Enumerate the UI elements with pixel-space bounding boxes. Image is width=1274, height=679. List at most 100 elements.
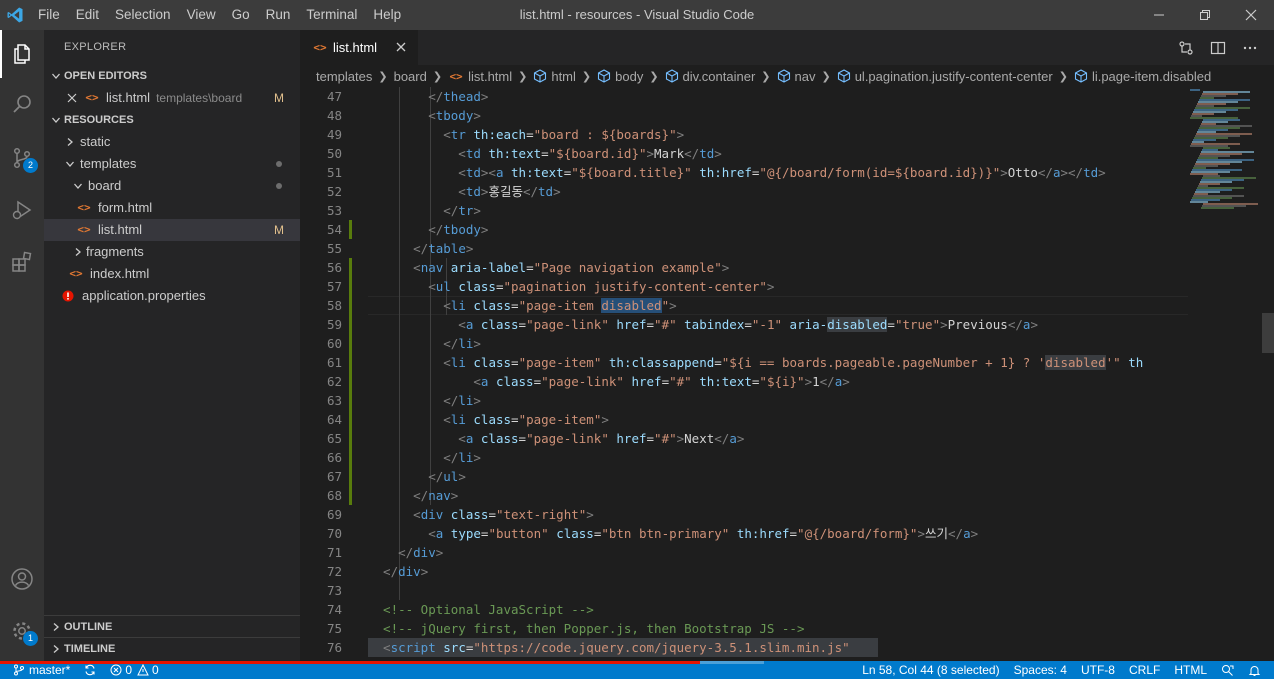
source-control-activity[interactable]: 2 [0,134,44,182]
code-line[interactable]: <a class="page-link" href="#">Next</a> [368,429,744,448]
breadcrumb-templates[interactable]: templates [316,69,372,84]
html-file-icon: <> [449,69,463,83]
breadcrumb-html[interactable]: html [551,69,576,84]
explorer-activity[interactable] [0,30,44,78]
tree-file-index-html[interactable]: <> index.html [44,263,300,285]
menu-file[interactable]: File [30,0,68,30]
code-line[interactable]: </table> [368,239,473,258]
code-line[interactable]: <tr th:each="board : ${boards}"> [368,125,684,144]
code-token: < [368,165,466,180]
code-line[interactable]: <nav aria-label="Page navigation example… [368,258,729,277]
code-token: li [458,336,474,351]
close-window-button[interactable] [1228,0,1274,30]
breadcrumb-board[interactable]: board [394,69,427,84]
restore-icon [1200,10,1210,20]
problems-status[interactable]: 0 0 [103,661,165,679]
code-line[interactable]: </tbody> [368,220,488,239]
menu-go[interactable]: Go [224,0,258,30]
tree-file-form-html[interactable]: <> form.html [44,197,300,219]
breadcrumb-ul-pagination[interactable]: ul.pagination.justify-content-center [855,69,1053,84]
code-line[interactable]: <!-- jQuery first, then Popper.js, then … [368,619,804,638]
code-line[interactable]: </div> [368,562,428,581]
account-icon [11,568,33,590]
search-activity[interactable] [0,80,44,128]
code-line[interactable]: </thead> [368,87,488,106]
cursor-position[interactable]: Ln 58, Col 44 (8 selected) [855,661,1006,679]
code-line[interactable]: </li> [368,334,481,353]
open-changes-button[interactable] [1170,30,1202,65]
git-modified-marker [349,334,352,353]
tree-folder-templates[interactable]: templates [44,153,300,175]
menu-view[interactable]: View [179,0,224,30]
manage-activity[interactable]: 1 [0,607,44,655]
chevron-right-icon: ❯ [821,70,831,83]
breadcrumb-list-html[interactable]: list.html [468,69,512,84]
activity-bar: 2 1 [0,30,44,661]
minimap[interactable] [1188,87,1262,661]
outline-section[interactable]: OUTLINE [44,615,300,637]
indentation-status[interactable]: Spaces: 4 [1007,661,1074,679]
tab-close-button[interactable] [394,40,408,54]
code-line[interactable]: <td><a th:text="${board.title}" th:href=… [368,163,1105,182]
split-editor-button[interactable] [1202,30,1234,65]
code-line[interactable]: <li class="page-item disabled"> [368,296,677,315]
resources-header[interactable]: RESOURCES [44,109,300,131]
code-line[interactable]: <ul class="pagination justify-content-ce… [368,277,774,296]
code-line[interactable]: </ul> [368,467,466,486]
minimize-button[interactable] [1136,0,1182,30]
run-debug-activity[interactable] [0,186,44,234]
code-line[interactable]: </div> [368,543,443,562]
tree-folder-fragments[interactable]: fragments [44,241,300,263]
code-token: </ [368,393,459,408]
extensions-activity[interactable] [0,238,44,286]
more-actions-button[interactable] [1234,30,1266,65]
timeline-section[interactable]: TIMELINE [44,637,300,659]
open-editor-list-html[interactable]: <> list.html templates\board M [44,87,300,109]
tree-folder-board[interactable]: board [44,175,300,197]
code-line[interactable]: <tbody> [368,106,481,125]
code-line[interactable]: </li> [368,448,481,467]
breadcrumb-li-page-item[interactable]: li.page-item.disabled [1092,69,1211,84]
code-area[interactable]: </thead> <tbody> <tr th:each="board : ${… [368,87,1188,661]
menu-edit[interactable]: Edit [68,0,107,30]
code-line[interactable]: <td th:text="${board.id}">Mark</td> [368,144,722,163]
code-line[interactable]: <!-- Optional JavaScript --> [368,600,594,619]
tree-file-list-html[interactable]: <> list.html M [44,219,300,241]
menu-selection[interactable]: Selection [107,0,179,30]
menu-run[interactable]: Run [258,0,299,30]
open-editors-header[interactable]: OPEN EDITORS [44,65,300,87]
code-line[interactable]: <div class="text-right"> [368,505,594,524]
menu-terminal[interactable]: Terminal [298,0,365,30]
encoding-status[interactable]: UTF-8 [1074,661,1122,679]
tree-folder-static[interactable]: static [44,131,300,153]
code-line[interactable]: <a type="button" class="btn btn-primary"… [368,524,978,543]
breadcrumb-nav[interactable]: nav [795,69,816,84]
breadcrumb-body[interactable]: body [615,69,643,84]
code-line[interactable]: <a class="page-link" href="#" tabindex="… [368,315,1038,334]
code-token: disabled [601,298,662,313]
tree-file-application-properties[interactable]: application.properties [44,285,300,307]
code-line[interactable]: <li class="page-item"> [368,410,609,429]
vertical-scrollbar[interactable] [1262,87,1274,661]
breadcrumb-div-container[interactable]: div.container [683,69,756,84]
code-line[interactable]: <li class="page-item" th:classappend="${… [368,353,1143,372]
feedback-button[interactable] [1214,661,1241,679]
menu-help[interactable]: Help [365,0,409,30]
scrollbar-thumb[interactable] [1262,313,1274,353]
sync-status[interactable] [77,661,103,679]
code-line[interactable]: <a class="page-link" href="#" th:text="$… [368,372,849,391]
code-line[interactable]: </tr> [368,201,481,220]
code-line[interactable]: <td>홍길동</td> [368,182,560,201]
eol-status[interactable]: CRLF [1122,661,1167,679]
accounts-activity[interactable] [0,555,44,603]
code-line[interactable]: <script src="https://code.jquery.com/jqu… [368,638,850,657]
code-line[interactable]: </li> [368,391,481,410]
restore-button[interactable] [1182,0,1228,30]
close-editor-icon[interactable] [64,93,80,103]
code-line[interactable]: </nav> [368,486,458,505]
branch-status[interactable]: master* [6,661,77,679]
tab-list-html[interactable]: <> list.html [300,30,418,65]
notifications-button[interactable] [1241,661,1268,679]
language-mode[interactable]: HTML [1167,661,1214,679]
code-editor[interactable]: 47 48 49 50 51 52 53 54 55 56 57 58 59 60 61 62 63 64 65 66… [300,87,1274,661]
